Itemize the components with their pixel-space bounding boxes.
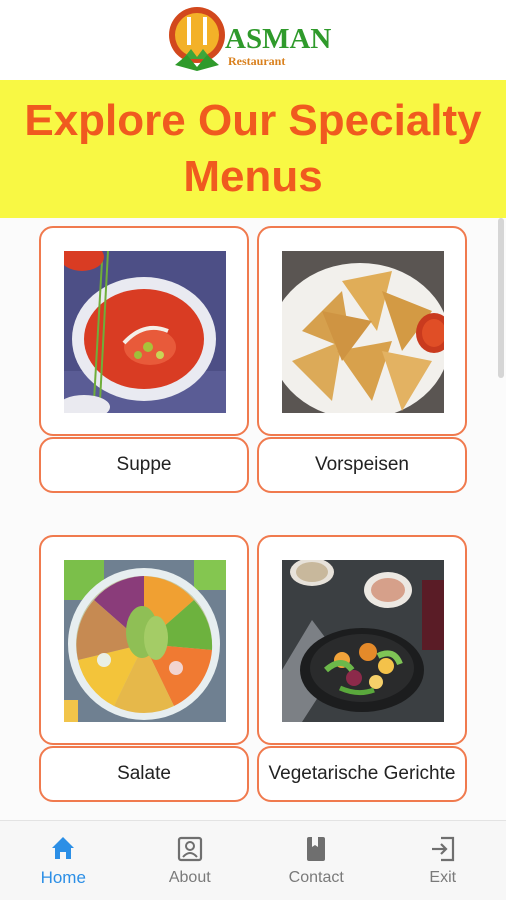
- nav-contact-label: Contact: [288, 868, 344, 886]
- home-icon: [49, 834, 77, 862]
- exit-icon: [429, 835, 457, 863]
- nav-exit[interactable]: Exit: [380, 821, 506, 900]
- brand-subtitle: Restaurant: [228, 54, 286, 68]
- brand-name: ASMAN: [225, 23, 332, 55]
- menu-label-vorspeisen[interactable]: Vorspeisen: [257, 437, 467, 493]
- bottom-navigation: Home About Contact Exit: [0, 820, 506, 900]
- menu-label-vegetarische-gerichte[interactable]: Vegetarische Gerichte: [257, 746, 467, 802]
- app-header: ASMAN Restaurant: [0, 0, 506, 80]
- menu-card-vorspeisen[interactable]: [257, 226, 467, 436]
- menu-card-salate[interactable]: [39, 535, 249, 745]
- scrollbar[interactable]: [498, 218, 504, 378]
- nav-home[interactable]: Home: [0, 821, 127, 900]
- menu-card-vegetarische-gerichte[interactable]: [257, 535, 467, 745]
- nav-exit-label: Exit: [429, 868, 457, 886]
- nav-about[interactable]: About: [127, 821, 254, 900]
- tomato-soup-image: [64, 251, 226, 413]
- menu-card-suppe[interactable]: [39, 226, 249, 436]
- restaurant-logo: ASMAN Restaurant: [165, 5, 345, 77]
- nav-about-label: About: [168, 868, 211, 886]
- menu-label-suppe[interactable]: Suppe: [39, 437, 249, 493]
- banner-title: Explore Our Specialty Menus: [24, 96, 482, 201]
- vegetable-skillet-image: [282, 560, 444, 722]
- menu-label-salate[interactable]: Salate: [39, 746, 249, 802]
- book-icon: [302, 835, 330, 863]
- nav-home-label: Home: [40, 867, 86, 887]
- nav-contact[interactable]: Contact: [253, 821, 380, 900]
- app-root: ASMAN Restaurant Explore Our Specialty M…: [0, 0, 506, 900]
- salad-image: [64, 560, 226, 722]
- profile-icon: [176, 835, 204, 863]
- specialty-banner: Explore Our Specialty Menus: [0, 80, 506, 218]
- samosa-image: [282, 251, 444, 413]
